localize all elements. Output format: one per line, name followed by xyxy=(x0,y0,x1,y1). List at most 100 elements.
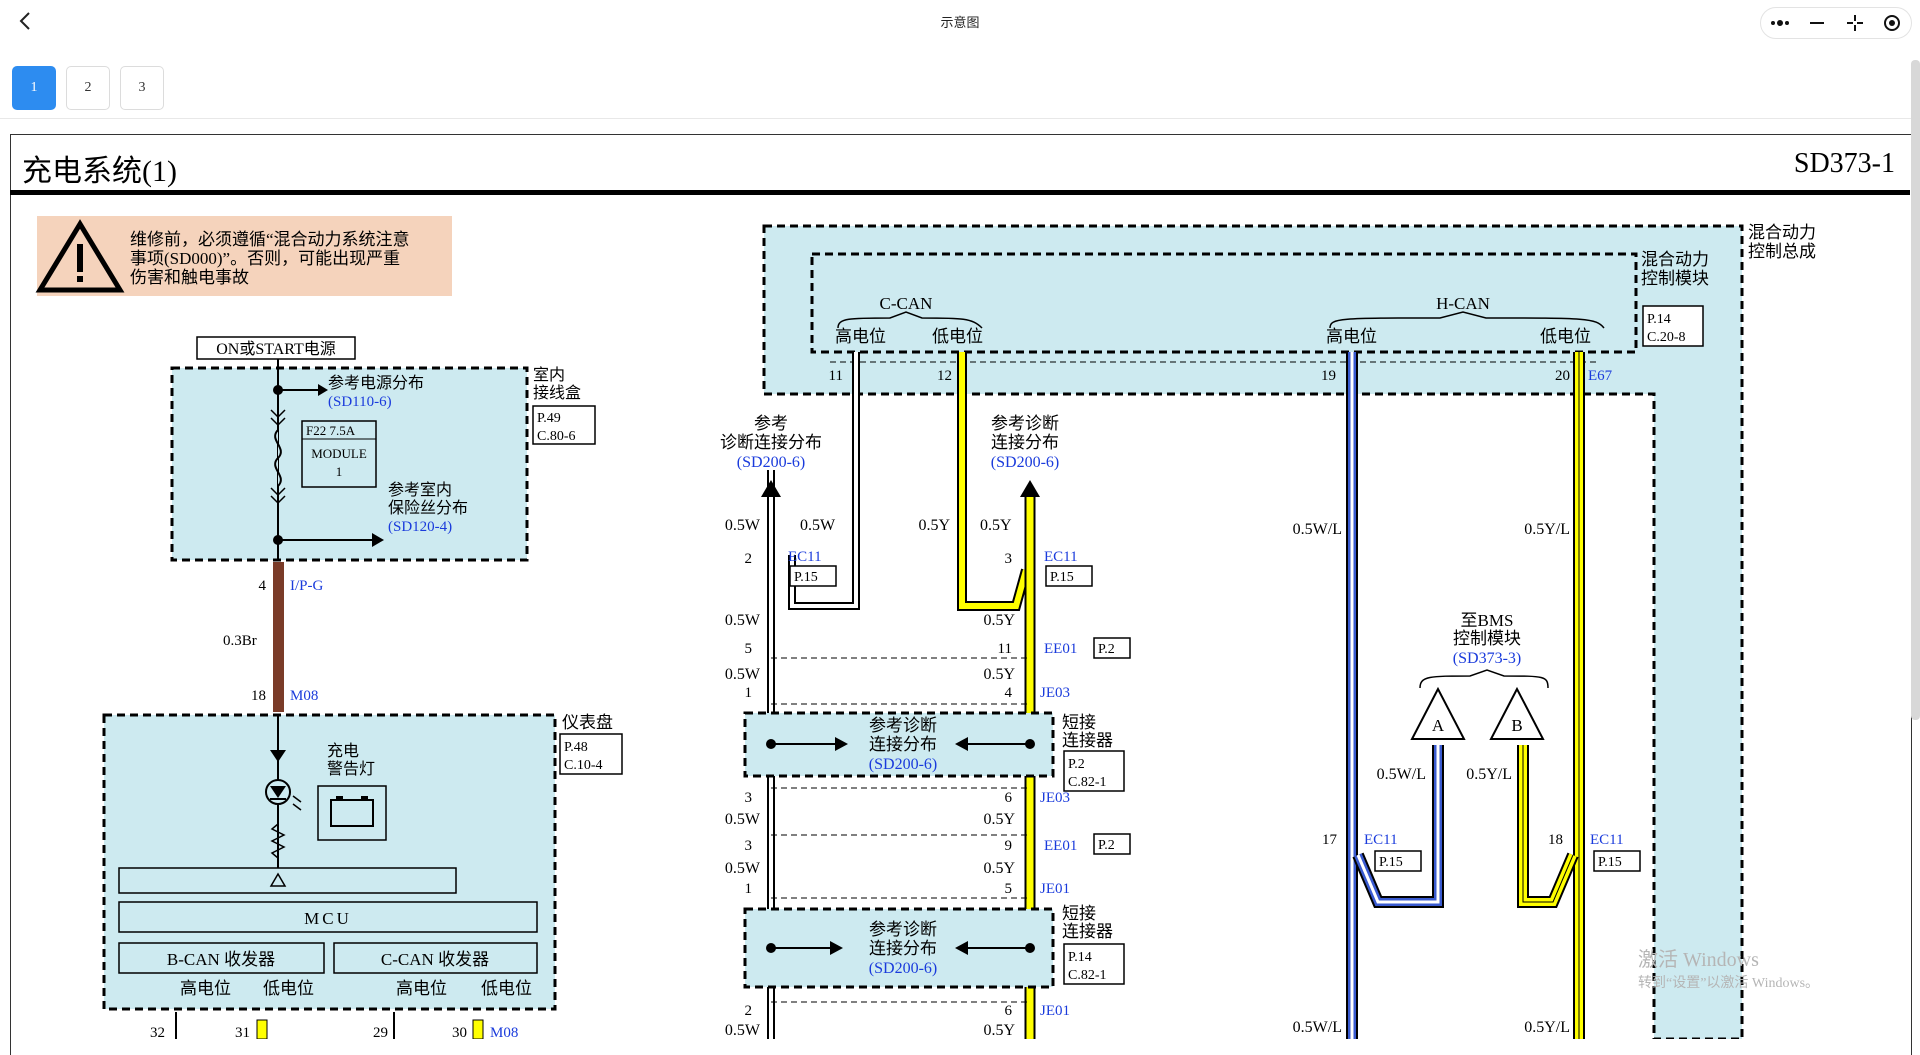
connector-label[interactable]: JE03 xyxy=(1040,790,1070,806)
pin-label: 18 xyxy=(251,688,266,704)
cluster-label: 仪表盘 xyxy=(562,713,613,732)
short-connector-label-1: 短接 xyxy=(1062,713,1096,732)
wire-spec: 0.5Y xyxy=(918,517,950,534)
pin-label: 2 xyxy=(745,551,753,567)
wire-spec: 0.5W xyxy=(725,612,761,629)
page-ref: P.15 xyxy=(1050,570,1074,585)
warning-text-2: 事项(SD000)”。否则，可能出现严重 xyxy=(130,249,400,268)
ref-diag-right-2: 连接分布 xyxy=(991,433,1059,452)
wire-spec: 0.5Y xyxy=(983,1022,1015,1039)
bcan-label: B-CAN 收发器 xyxy=(167,950,275,969)
low-level-label: 低电位 xyxy=(263,979,314,998)
fuse-name: MODULE xyxy=(311,446,367,461)
pin-label: 18 xyxy=(1548,832,1563,848)
wire-spec: 0.5W xyxy=(725,811,761,828)
join-label-3[interactable]: (SD200-6) xyxy=(869,756,937,773)
battery-icon xyxy=(317,785,387,841)
junction-box-connector: C.80-6 xyxy=(537,429,576,444)
pin-label: 30 xyxy=(452,1025,467,1039)
connector-label[interactable]: EE01 xyxy=(1044,641,1077,657)
page-ref: P.2 xyxy=(1098,838,1115,853)
short-connector-label-2: 连接器 xyxy=(1062,731,1113,750)
warning-text-3: 伤害和触电事故 xyxy=(130,268,249,287)
pin-label: 11 xyxy=(829,368,843,384)
low-level-label: 低电位 xyxy=(481,979,532,998)
pin-label: 17 xyxy=(1322,832,1338,848)
connector-label[interactable]: EC11 xyxy=(1590,832,1624,848)
hcu-module-label-2: 控制模块 xyxy=(1641,269,1709,288)
connector-a-label: A xyxy=(1432,716,1445,735)
page-ref: C.82-1 xyxy=(1068,775,1107,790)
connector-b-label: B xyxy=(1511,716,1522,735)
bms-label-2: 控制模块 xyxy=(1453,629,1521,648)
hcu-module-label-1: 混合动力 xyxy=(1641,250,1709,269)
pin-label: 4 xyxy=(1005,685,1013,701)
pin-label: 3 xyxy=(745,790,753,806)
connector-label[interactable]: EC11 xyxy=(1364,832,1398,848)
pin-label: 2 xyxy=(745,1003,753,1019)
scrollbar[interactable] xyxy=(1911,60,1920,720)
connector-label[interactable]: I/P-G xyxy=(290,578,324,594)
high-level-label: 高电位 xyxy=(1326,327,1377,346)
connector-label[interactable]: E67 xyxy=(1588,368,1613,384)
short-connector-label-2: 连接器 xyxy=(1062,922,1113,941)
connector-label[interactable]: EC11 xyxy=(788,549,822,565)
wire-spec: 0.5W xyxy=(725,517,761,534)
fuse-number: 1 xyxy=(336,464,343,479)
page-ref: P.15 xyxy=(1598,855,1622,870)
high-level-label: 高电位 xyxy=(180,979,231,998)
hcu-connector: C.20-8 xyxy=(1647,330,1686,345)
wire-spec: 0.5Y xyxy=(983,612,1015,629)
pin-label: 20 xyxy=(1555,368,1570,384)
connector-label[interactable]: JE01 xyxy=(1040,881,1070,897)
warning-text-1: 维修前，必须遵循“混合动力系统注意 xyxy=(130,230,410,249)
junction-box-label-1: 室内 xyxy=(533,366,565,384)
low-level-label: 低电位 xyxy=(932,327,983,346)
ref-diag-left-3[interactable]: (SD200-6) xyxy=(737,454,805,471)
brown-wire xyxy=(273,562,284,712)
wire-spec: 0.5W/L xyxy=(1293,1019,1342,1036)
join-label-2: 连接分布 xyxy=(869,939,937,958)
pin-label: 31 xyxy=(235,1025,250,1039)
ref-power-label-2[interactable]: (SD110-6) xyxy=(328,394,392,410)
pin-label: 32 xyxy=(150,1025,165,1039)
junction-box-label-2: 接线盒 xyxy=(533,384,581,402)
pin-label: 29 xyxy=(373,1025,388,1039)
ref-diag-right-1: 参考诊断 xyxy=(991,414,1059,433)
pin-label: 9 xyxy=(1005,838,1013,854)
connector-label[interactable]: M08 xyxy=(490,1025,518,1039)
hcan-bus-label: H-CAN xyxy=(1436,294,1490,313)
ref-diag-right-3[interactable]: (SD200-6) xyxy=(991,454,1059,471)
ccan-bus-label: C-CAN xyxy=(880,294,933,313)
connector-label[interactable]: EC11 xyxy=(1044,549,1078,565)
page-ref: P.15 xyxy=(794,570,818,585)
connector-label[interactable]: M08 xyxy=(290,688,318,704)
short-connector-label-1: 短接 xyxy=(1062,904,1096,923)
pin-label: 3 xyxy=(745,838,753,854)
fuse-rating: F22 7.5A xyxy=(306,423,356,438)
page-ref: P.15 xyxy=(1379,855,1403,870)
join-label-1: 参考诊断 xyxy=(869,716,937,735)
ref-fuse-label-2: 保险丝分布 xyxy=(388,499,468,517)
wire-spec: 0.5W xyxy=(725,860,761,877)
connector-label[interactable]: EE01 xyxy=(1044,838,1077,854)
wire-spec: 0.5Y/L xyxy=(1524,521,1570,538)
bms-label-3[interactable]: (SD373-3) xyxy=(1453,650,1521,667)
high-level-label: 高电位 xyxy=(396,979,447,998)
wire-spec: 0.5Y/L xyxy=(1466,766,1512,783)
join-label-3[interactable]: (SD200-6) xyxy=(869,960,937,977)
wire-spec: 0.5W xyxy=(800,517,836,534)
pin-label: 11 xyxy=(998,641,1012,657)
mcu-label: MCU xyxy=(304,909,352,928)
join-label-1: 参考诊断 xyxy=(869,920,937,939)
bms-label-1: 至BMS xyxy=(1461,611,1514,630)
high-level-label: 高电位 xyxy=(835,327,886,346)
low-level-label: 低电位 xyxy=(1540,327,1591,346)
wire-spec: 0.5W/L xyxy=(1293,521,1342,538)
connector-label[interactable]: JE03 xyxy=(1040,685,1070,701)
page-ref: P.2 xyxy=(1068,757,1085,772)
wire-spec: 0.3Br xyxy=(223,633,257,649)
connector-label[interactable]: JE01 xyxy=(1040,1003,1070,1019)
ref-fuse-label-3[interactable]: (SD120-4) xyxy=(388,519,452,535)
lamp-label-1: 充电 xyxy=(327,742,359,760)
